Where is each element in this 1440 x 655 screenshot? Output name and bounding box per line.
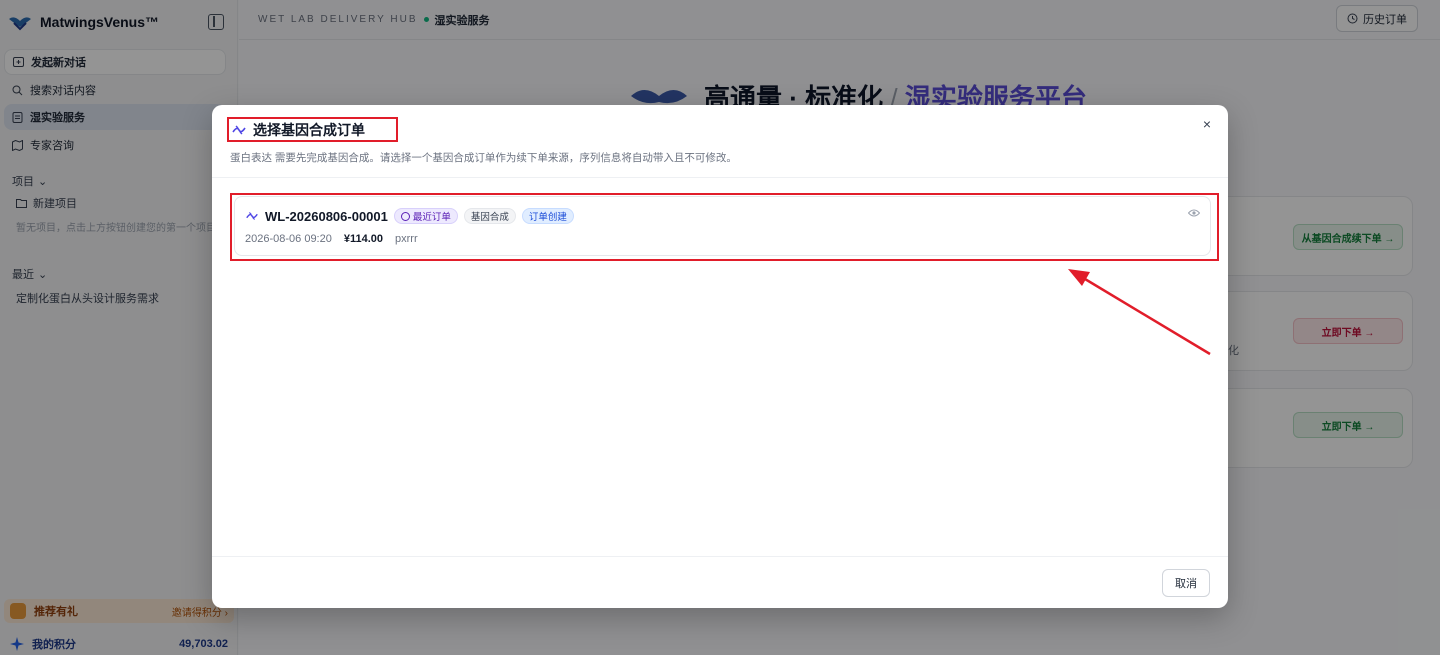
order-user: pxrrr bbox=[395, 233, 418, 245]
eye-icon[interactable] bbox=[1188, 209, 1200, 217]
order-id: WL-20260806-00001 bbox=[265, 208, 388, 224]
close-icon[interactable]: × bbox=[1200, 117, 1214, 131]
order-status-badge: 订单创建 bbox=[521, 208, 574, 224]
modal-description: 蛋白表达 需要先完成基因合成。请选择一个基因合成订单作为续下单来源，序列信息将自… bbox=[230, 152, 737, 164]
divider bbox=[212, 177, 1228, 178]
modal-title: 选择基因合成订单 bbox=[253, 121, 365, 138]
clock-icon bbox=[400, 211, 410, 221]
modal-title-highlight: 选择基因合成订单 bbox=[227, 117, 398, 142]
divider bbox=[212, 556, 1228, 557]
dna-icon bbox=[232, 125, 246, 134]
cancel-button[interactable]: 取消 bbox=[1162, 569, 1210, 597]
order-date: 2026-08-06 09:20 bbox=[245, 233, 332, 245]
order-list-item[interactable]: WL-20260806-00001 最近订单 基因合成 订单创建 2026-08… bbox=[234, 196, 1211, 256]
order-type-badge: 基因合成 bbox=[463, 208, 516, 224]
dna-icon bbox=[246, 212, 258, 220]
recent-order-badge-label: 最近订单 bbox=[412, 212, 451, 223]
order-price: ¥114.00 bbox=[343, 233, 384, 245]
annotation-arrow-icon bbox=[1068, 269, 1211, 356]
recent-order-badge: 最近订单 bbox=[393, 208, 458, 224]
